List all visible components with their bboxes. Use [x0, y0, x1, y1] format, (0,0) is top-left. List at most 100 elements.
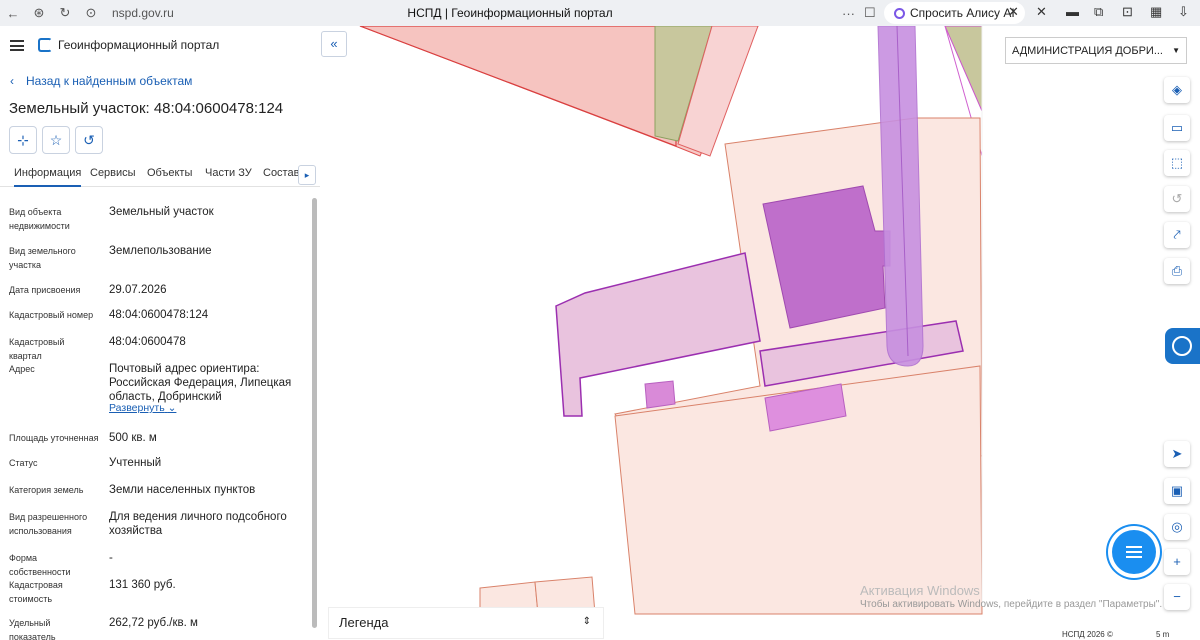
expand-arrows-icon: ⇕	[582, 616, 591, 627]
hamburger-menu-icon[interactable]	[10, 40, 24, 51]
extension-icon[interactable]: ⊡	[1122, 4, 1133, 20]
share-button[interactable]: ⤤	[1164, 222, 1190, 248]
address-bar[interactable]: nspd.gov.ru	[112, 6, 312, 20]
layers-button[interactable]: ◈	[1164, 77, 1190, 103]
back-link-label: Назад к найденным объектам	[26, 74, 193, 88]
locate-button[interactable]: ➤	[1164, 441, 1190, 467]
print-button[interactable]: ⎙	[1164, 258, 1190, 284]
share-icon: ⤤	[1173, 227, 1181, 242]
plus-icon: +	[1173, 554, 1181, 569]
download-icon[interactable]: ⇩	[1178, 4, 1189, 20]
windows-activation-title: Активация Windows	[860, 583, 980, 598]
property-value: 48:04:0600478:124	[109, 309, 209, 321]
property-key: Вид разрешенного использования	[9, 512, 88, 536]
legend-label: Легенда	[339, 615, 389, 630]
property-key: Кадастровый квартал	[9, 337, 65, 361]
tab-services[interactable]: Сервисы	[90, 167, 136, 179]
select-area-icon: ⊹	[17, 131, 29, 148]
history-icon: ↺	[1171, 191, 1183, 206]
property-value: Учтенный	[109, 457, 162, 469]
tab-composition[interactable]: Состав	[263, 167, 299, 179]
property-value: 131 360 руб.	[109, 579, 176, 591]
tabs-next-button[interactable]: ▸	[298, 165, 316, 185]
windows-activation-text: Чтобы активировать Windows, перейдите в …	[860, 599, 1163, 610]
administration-select[interactable]: АДМИНИСТРАЦИЯ ДОБРИ... ▼	[1005, 37, 1187, 64]
property-key: Статус	[9, 458, 38, 468]
caret-down-icon: ▼	[1172, 46, 1180, 55]
tab-information[interactable]: Информация	[14, 167, 82, 187]
assistant-icon	[1172, 336, 1192, 356]
chevron-down-icon: ⌄	[167, 402, 177, 414]
map-canvas[interactable]	[320, 26, 1200, 640]
property-value: 500 кв. м	[109, 432, 157, 444]
geolocation-button[interactable]: ◎	[1164, 514, 1190, 540]
property-value: 262,72 руб./кв. м	[109, 617, 198, 629]
refresh-icon[interactable]: ↻	[52, 5, 78, 21]
history-map-button[interactable]: ↺	[1164, 186, 1190, 212]
favorite-button[interactable]: ☆	[42, 126, 70, 154]
security-icon[interactable]: ⊙	[78, 5, 104, 21]
alice-button[interactable]: Спросить Алису AI	[884, 2, 1025, 24]
property-value: 29.07.2026	[109, 284, 167, 296]
yandex-icon[interactable]: ⊛	[26, 5, 52, 21]
green-zone-polygon	[944, 26, 983, 112]
map-layers	[359, 26, 983, 615]
property-key: Адрес	[9, 364, 35, 374]
minimap-button[interactable]: ▣	[1164, 478, 1190, 504]
alice-label: Спросить Алису AI	[910, 6, 1015, 20]
ruler-icon: ▭	[1170, 120, 1184, 135]
extension-icon[interactable]: ✕	[1036, 4, 1047, 20]
page-title: Земельный участок: 48:04:0600478:124	[9, 100, 284, 117]
print-icon: ⎙	[1171, 263, 1183, 278]
chevron-left-icon: ‹	[10, 74, 14, 88]
more-icon[interactable]: ···	[842, 6, 855, 21]
select-area-button[interactable]: ⬚	[1164, 150, 1190, 176]
page-tab-title: НСПД | Геоинформационный портал	[407, 6, 613, 20]
select-on-map-button[interactable]: ⊹	[9, 126, 37, 154]
expand-address-link[interactable]: Развернуть ⌄	[109, 402, 176, 414]
layers-icon: ◈	[1172, 82, 1182, 97]
geolocation-icon: ◎	[1171, 519, 1183, 534]
star-icon: ☆	[49, 131, 63, 148]
property-value: Земли населенных пунктов	[109, 484, 256, 496]
minus-icon: −	[1173, 589, 1181, 604]
administration-select-value: АДМИНИСТРАЦИЯ ДОБРИ...	[1012, 45, 1163, 57]
back-to-results-link[interactable]: ‹ Назад к найденным объектам	[10, 74, 192, 88]
puzzle-icon[interactable]: ⧉	[1094, 4, 1103, 20]
property-value: 48:04:0600478	[109, 336, 186, 348]
bookmark-icon[interactable]: ☐	[864, 5, 876, 21]
property-key: Дата присвоения	[9, 285, 81, 295]
property-key: Кадастровый номер	[9, 310, 94, 320]
tab-objects[interactable]: Объекты	[147, 167, 192, 179]
ruler-button[interactable]: ▭	[1164, 115, 1190, 141]
extension-icon[interactable]: ✕	[1008, 4, 1019, 20]
map-scale: 5 m	[1156, 630, 1170, 639]
property-key: Удельный показатель кадастровой	[9, 618, 56, 640]
property-value: Для ведения личного подсобного хозяйства	[109, 511, 287, 537]
expand-label: Развернуть	[109, 402, 165, 414]
extension-icon[interactable]: ▦	[1150, 4, 1162, 20]
select-area-icon: ⬚	[1170, 155, 1184, 170]
panel-scrollbar[interactable]	[312, 198, 317, 628]
property-value: Землепользование	[109, 245, 212, 257]
zoom-out-button[interactable]: −	[1164, 584, 1190, 610]
back-arrow-icon[interactable]: ←	[0, 6, 26, 21]
browser-toolbar: ← ⊛ ↻ ⊙ nspd.gov.ru НСПД | Геоинформацио…	[0, 0, 1200, 26]
history-button[interactable]: ↺	[75, 126, 103, 154]
structure-polygon	[644, 380, 676, 409]
chat-button[interactable]	[1112, 530, 1156, 574]
minimap-icon: ▣	[1170, 483, 1184, 498]
collapse-panel-button[interactable]: «	[321, 31, 347, 57]
zoom-in-button[interactable]: +	[1164, 549, 1190, 575]
portal-logo-icon	[38, 38, 52, 52]
chat-icon	[1126, 546, 1142, 561]
locate-icon: ➤	[1171, 446, 1183, 461]
territory-polygon	[359, 26, 677, 147]
property-value: Земельный участок	[109, 206, 214, 218]
legend-panel[interactable]: Легенда ⇕	[328, 607, 604, 639]
extension-icon[interactable]: ▬	[1066, 4, 1079, 19]
assistant-tab-button[interactable]	[1165, 328, 1200, 364]
tab-parts[interactable]: Части ЗУ	[205, 167, 252, 179]
property-key: Площадь уточненная	[9, 433, 99, 443]
portal-name: Геоинформационный портал	[58, 38, 220, 52]
